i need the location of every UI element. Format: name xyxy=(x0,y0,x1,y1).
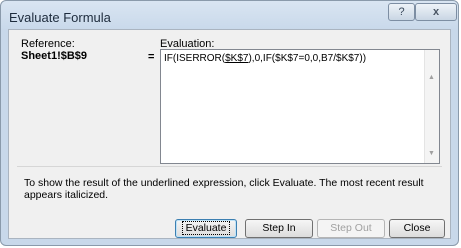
scroll-down-icon[interactable]: ▼ xyxy=(428,150,435,157)
evaluate-button-label: Evaluate xyxy=(181,221,231,235)
close-button[interactable]: Close xyxy=(389,219,445,238)
evaluation-scrollbar[interactable]: ▲ ▼ xyxy=(424,50,439,163)
formula-underlined-expression: $K$7 xyxy=(225,53,249,64)
evaluation-box[interactable]: IF(ISERROR($K$7),0,IF($K$7=0,0,B7/$K$7))… xyxy=(160,49,440,164)
close-button-label: Close xyxy=(403,222,431,234)
help-button[interactable]: ? xyxy=(388,3,415,21)
equals-sign: = xyxy=(148,51,155,63)
scroll-up-icon[interactable]: ▲ xyxy=(428,74,435,81)
step-out-button-label: Step Out xyxy=(330,222,372,234)
reference-label: Reference: xyxy=(21,38,75,50)
step-out-button[interactable]: Step Out xyxy=(317,219,385,238)
step-in-button[interactable]: Step In xyxy=(245,219,313,238)
evaluate-button[interactable]: Evaluate xyxy=(175,219,237,238)
dialog-title: Evaluate Formula xyxy=(9,10,111,25)
reference-value: Sheet1!$B$9 xyxy=(21,50,88,62)
dialog-body: Reference: Sheet1!$B$9 = Evaluation: IF(… xyxy=(8,29,451,239)
formula-suffix: ),0,IF($K$7=0,0,B7/$K$7)) xyxy=(248,53,367,64)
formula-prefix: IF(ISERROR( xyxy=(164,53,226,64)
info-text: To show the result of the underlined exp… xyxy=(24,177,424,201)
evaluate-formula-dialog: Evaluate Formula ? x Reference: Sheet1!$… xyxy=(0,0,459,246)
evaluation-formula: IF(ISERROR($K$7),0,IF($K$7=0,0,B7/$K$7)) xyxy=(164,53,366,64)
title-close-button[interactable]: x xyxy=(415,3,457,21)
help-icon: ? xyxy=(398,6,405,18)
step-in-button-label: Step In xyxy=(262,222,296,234)
divider xyxy=(17,166,442,167)
close-icon: x xyxy=(432,6,440,18)
